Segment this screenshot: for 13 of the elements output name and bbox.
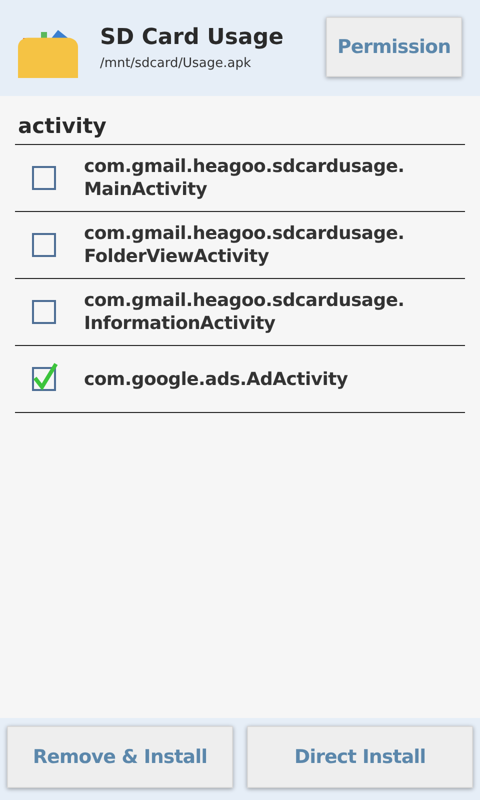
section-title: activity xyxy=(15,114,465,145)
activity-name: com.gmail.heagoo.sdcardusage. FolderViewActivity xyxy=(84,222,404,268)
permission-button[interactable]: Permission xyxy=(326,17,462,77)
app-title: SD Card Usage xyxy=(100,25,284,50)
checkbox[interactable] xyxy=(32,300,56,324)
checkbox[interactable] xyxy=(32,233,56,257)
install-button[interactable]: Direct Install xyxy=(247,726,473,788)
file-path: /mnt/sdcard/Usage.apk xyxy=(100,56,252,71)
activity-name: com.gmail.heagoo.sdcardusage. InformationActivity xyxy=(84,289,404,335)
activity-name: com.gmail.heagoo.sdcardusage. MainActivity xyxy=(84,155,404,201)
install-button[interactable]: Remove & Install xyxy=(7,726,233,788)
checkbox[interactable] xyxy=(32,166,56,190)
activity-name: com.google.ads.AdActivity xyxy=(84,368,348,390)
